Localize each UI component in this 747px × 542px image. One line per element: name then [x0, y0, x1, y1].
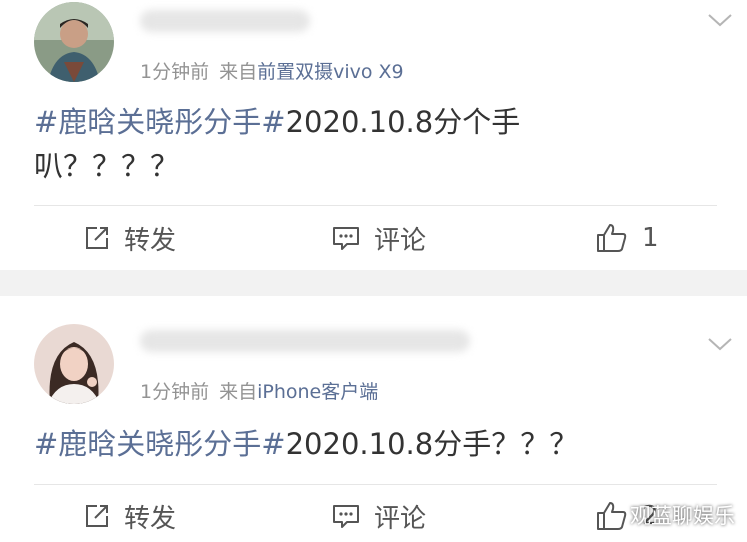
avatar[interactable] [34, 2, 114, 82]
post-text-line1: 2020.10.8分个手 [285, 105, 521, 139]
avatar[interactable] [34, 324, 114, 404]
chevron-down-icon[interactable] [707, 12, 733, 28]
source-prefix: 来自 [219, 61, 258, 83]
post-source[interactable]: 前置双摄vivo X9 [257, 61, 404, 83]
comment-button[interactable]: 评论 [332, 208, 426, 268]
weibo-post: 1分钟前 来自前置双摄vivo X9 #鹿晗关晓彤分手#2020.10.8分个手 … [0, 0, 747, 270]
like-button[interactable]: 1 [596, 208, 659, 268]
username-blurred[interactable] [140, 330, 470, 352]
like-count: 1 [642, 223, 659, 253]
post-text: 2020.10.8分手？？？ [285, 427, 579, 461]
share-icon [86, 227, 108, 249]
share-icon [86, 505, 108, 527]
post-content: #鹿晗关晓彤分手#2020.10.8分手？？？ [34, 422, 717, 466]
action-bar: 转发 评论 1 [0, 208, 747, 268]
hashtag-link[interactable]: #鹿晗关晓彤分手# [34, 105, 286, 139]
weibo-post: 1分钟前 来自iPhone客户端 #鹿晗关晓彤分手#2020.10.8分手？？？ … [0, 296, 747, 542]
comment-label: 评论 [374, 503, 427, 534]
comment-button[interactable]: 评论 [332, 486, 426, 542]
forward-button[interactable]: 转发 [84, 486, 176, 542]
forward-button[interactable]: 转发 [84, 208, 176, 268]
forward-label: 转发 [124, 503, 177, 534]
divider [34, 205, 717, 206]
divider [34, 484, 717, 485]
chevron-down-icon[interactable] [707, 336, 733, 352]
post-time: 1分钟前 [140, 61, 210, 83]
forward-label: 转发 [124, 225, 177, 256]
watermark: 观蓝聊娱乐 [630, 504, 735, 528]
post-separator [0, 270, 747, 296]
post-source[interactable]: iPhone客户端 [257, 381, 378, 403]
post-meta: 1分钟前 来自iPhone客户端 [140, 377, 378, 404]
post-content: #鹿晗关晓彤分手#2020.10.8分个手 叭？？？？ [34, 100, 717, 188]
post-text-line2: 叭？？？？ [34, 149, 180, 183]
username-blurred[interactable] [140, 10, 310, 32]
thumbs-up-icon [597, 502, 627, 530]
comment-icon [333, 227, 359, 250]
hashtag-link[interactable]: #鹿晗关晓彤分手# [34, 427, 286, 461]
source-prefix: 来自 [219, 381, 258, 403]
comment-icon [333, 505, 359, 528]
post-time: 1分钟前 [140, 381, 210, 403]
comment-label: 评论 [374, 225, 427, 256]
thumbs-up-icon [597, 224, 627, 252]
post-meta: 1分钟前 来自前置双摄vivo X9 [140, 57, 404, 84]
